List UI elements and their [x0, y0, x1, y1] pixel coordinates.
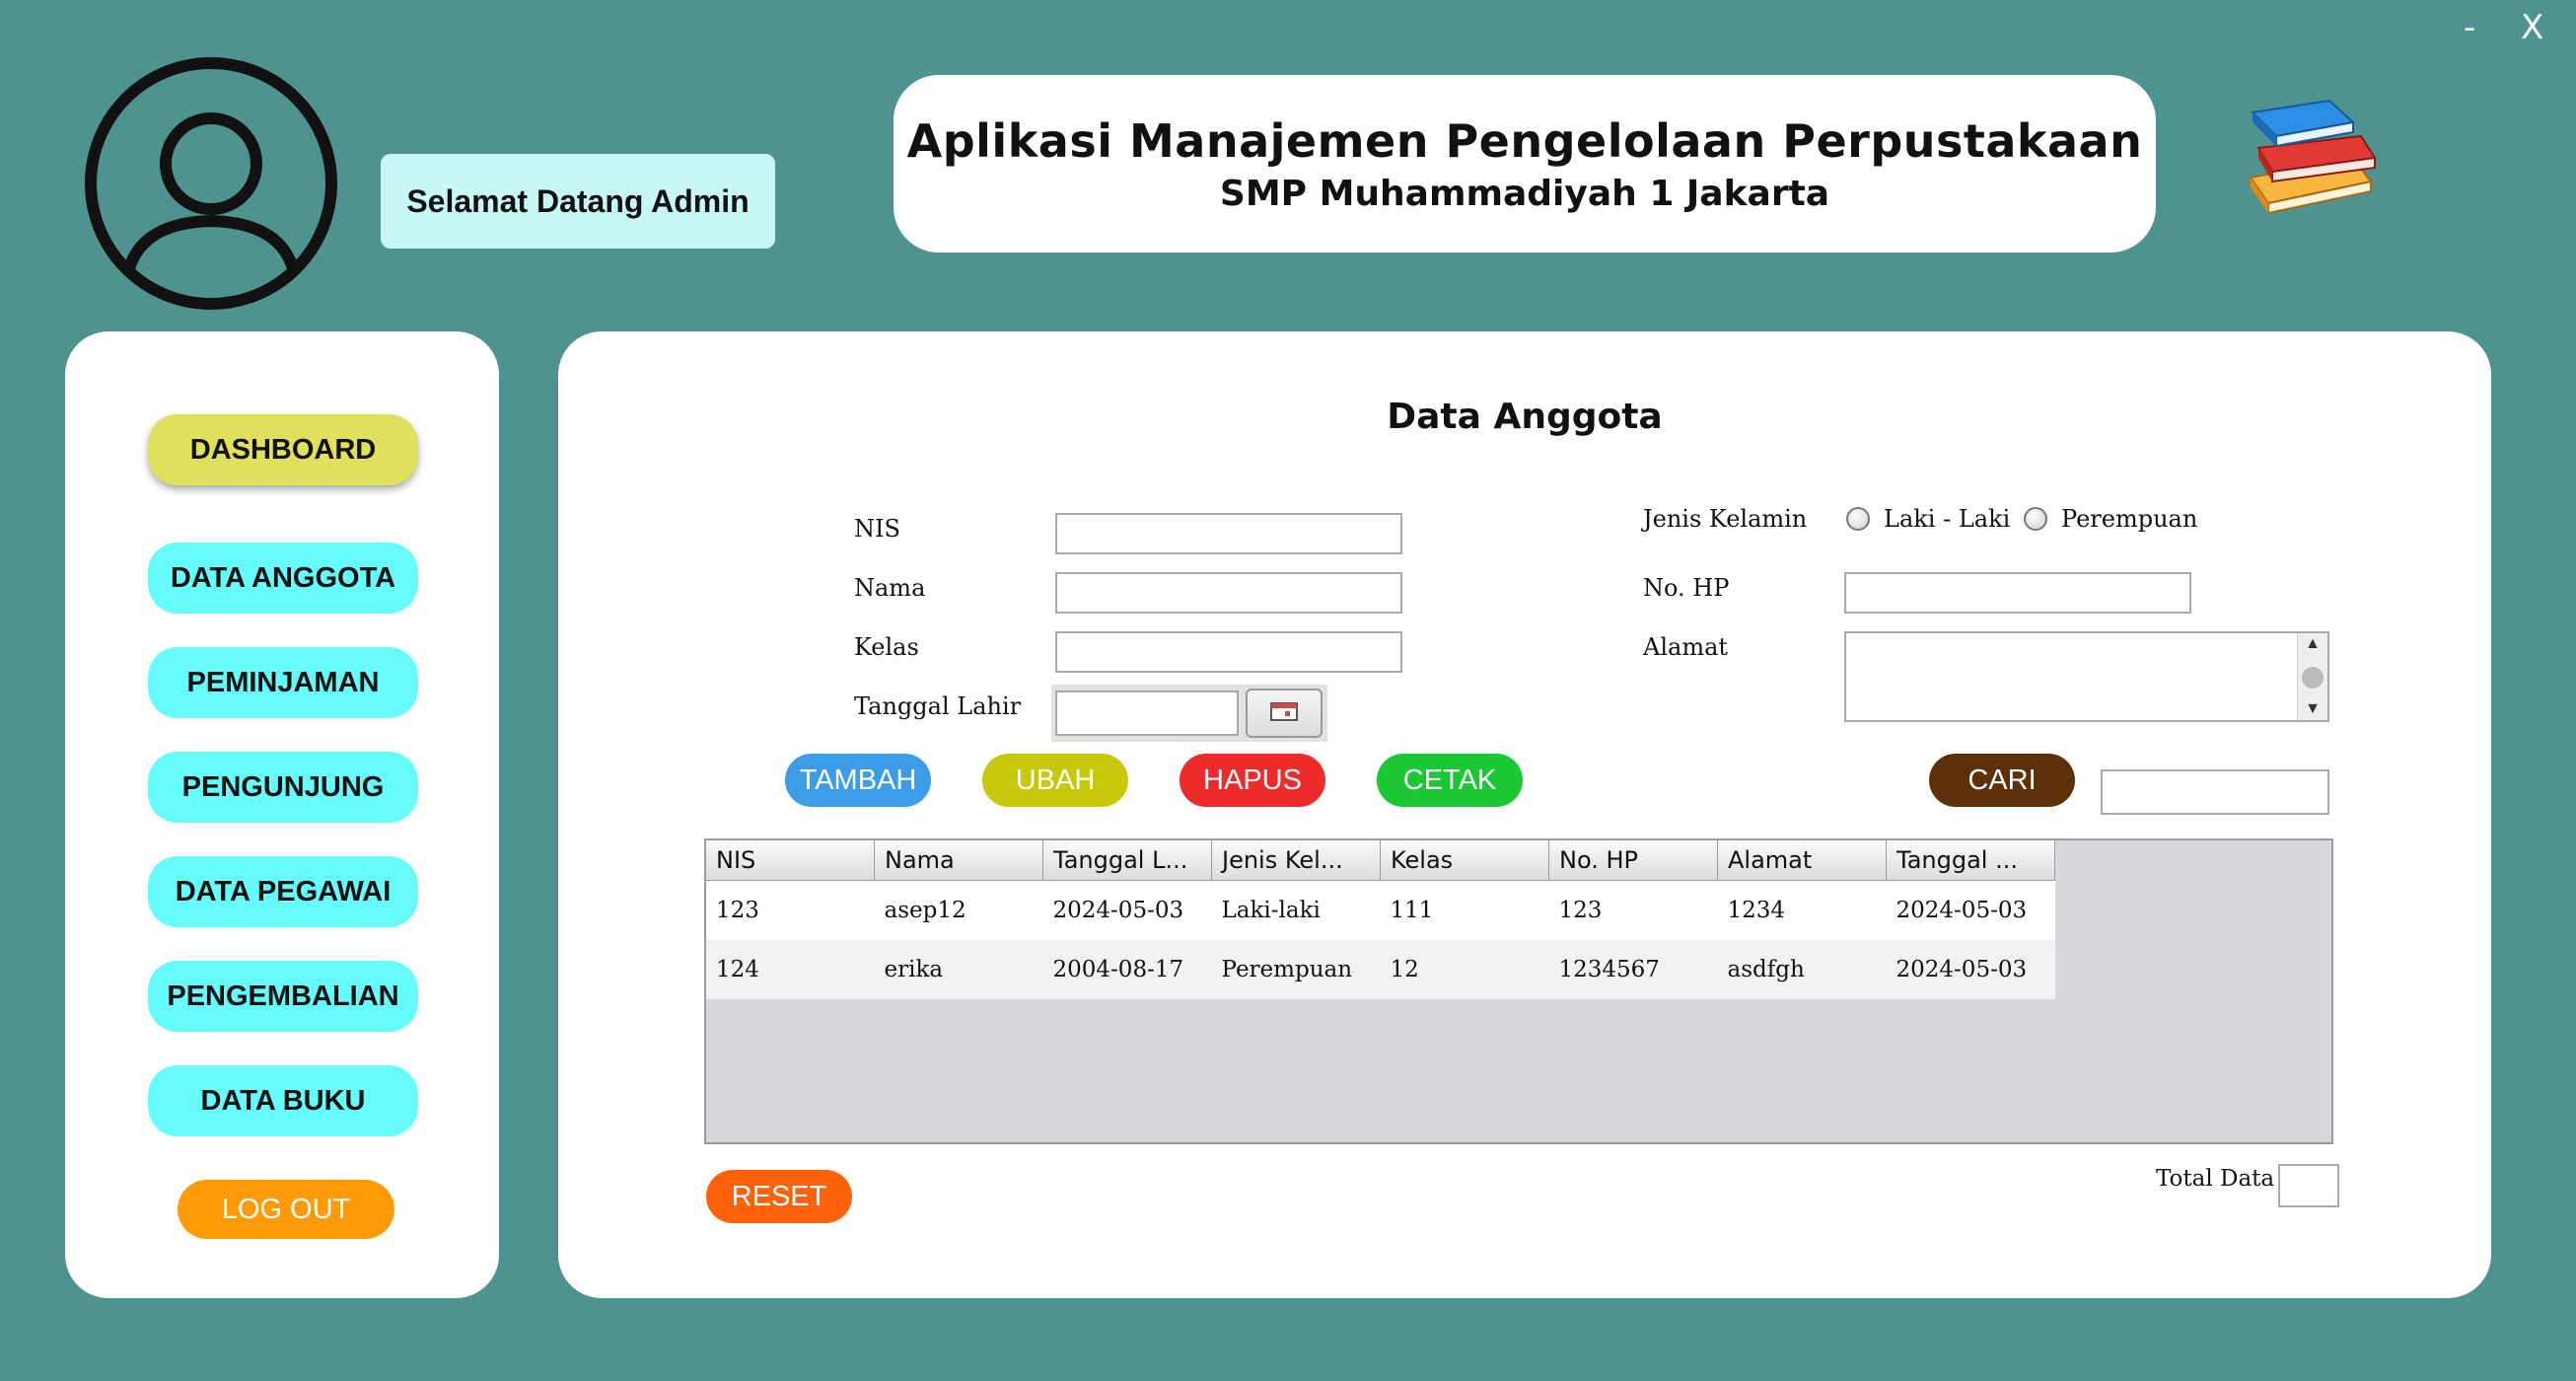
jenis-kelamin-label: Jenis Kelamin	[1643, 505, 1808, 533]
scroll-down-icon[interactable]: ▼	[2298, 698, 2327, 720]
cetak-button[interactable]: CETAK	[1377, 754, 1523, 807]
table-cell: asdfgh	[1717, 940, 1887, 999]
radio-circle-icon	[2024, 507, 2047, 531]
reset-button[interactable]: RESET	[706, 1170, 852, 1223]
nav-data-pegawai[interactable]: DATA PEGAWAI	[148, 856, 418, 927]
minimize-button[interactable]: -	[2464, 8, 2475, 47]
nav-data-buku[interactable]: DATA BUKU	[148, 1065, 418, 1136]
app-window: - X Selamat Datang Admin Aplikasi Manaje…	[0, 0, 2576, 1381]
table-cell: 2024-05-03	[1886, 880, 2055, 940]
user-avatar-icon	[83, 55, 339, 312]
nav-dashboard[interactable]: DASHBOARD	[148, 414, 418, 485]
data-table[interactable]: NIS Nama Tanggal L... Jenis Kel... Kelas…	[704, 838, 2333, 1144]
no-hp-input[interactable]	[1844, 572, 2191, 614]
kelas-label: Kelas	[854, 633, 919, 661]
radio-perempuan[interactable]: Perempuan	[2024, 505, 2197, 533]
search-input[interactable]	[2101, 769, 2329, 815]
table-header: NIS Nama Tanggal L... Jenis Kel... Kelas…	[706, 840, 2055, 881]
scroll-thumb[interactable]	[2302, 667, 2324, 689]
nama-input[interactable]	[1055, 572, 1402, 614]
tanggal-lahir-label: Tanggal Lahir	[854, 692, 1022, 720]
table-cell: 2024-05-03	[1886, 940, 2055, 999]
radio-circle-icon	[1846, 507, 1870, 531]
radio-laki-laki-label: Laki - Laki	[1884, 505, 2011, 533]
column-header[interactable]: Tanggal ...	[1886, 840, 2055, 881]
table-cell: Perempuan	[1211, 940, 1381, 999]
table-cell: 2024-05-03	[1042, 880, 1212, 940]
alamat-label: Alamat	[1643, 633, 1729, 661]
app-title: Aplikasi Manajemen Pengelolaan Perpustak…	[906, 113, 2143, 168]
sidebar: DASHBOARD DATA ANGGOTA PEMINJAMAN PENGUN…	[65, 331, 499, 1298]
column-header[interactable]: Alamat	[1717, 840, 1887, 881]
tambah-button[interactable]: TAMBAH	[785, 754, 931, 807]
table-row[interactable]: 124 erika 2004-08-17 Perempuan 12 123456…	[706, 940, 2055, 999]
column-header[interactable]: Kelas	[1380, 840, 1549, 881]
nav-peminjaman[interactable]: PEMINJAMAN	[148, 647, 418, 718]
page-title: Data Anggota	[1387, 397, 1663, 437]
column-header[interactable]: Nama	[874, 840, 1043, 881]
table-cell: 123	[1548, 880, 1718, 940]
table-cell: 123	[706, 880, 875, 940]
calendar-icon	[1269, 700, 1299, 727]
table-cell: 12	[1380, 940, 1549, 999]
calendar-button[interactable]	[1246, 689, 1323, 738]
nama-label: Nama	[854, 574, 926, 602]
alamat-scrollbar[interactable]: ▲ ▼	[2297, 633, 2327, 720]
scroll-up-icon[interactable]: ▲	[2298, 633, 2327, 655]
welcome-label: Selamat Datang Admin	[381, 154, 775, 249]
nav-pengembalian[interactable]: PENGEMBALIAN	[148, 961, 418, 1032]
total-data-label: Total Data	[2156, 1166, 2275, 1192]
column-header[interactable]: Tanggal L...	[1042, 840, 1212, 881]
books-icon	[2245, 93, 2381, 215]
nav-data-anggota[interactable]: DATA ANGGOTA	[148, 543, 418, 614]
radio-laki-laki[interactable]: Laki - Laki	[1846, 505, 2010, 533]
alamat-textarea[interactable]: ▲ ▼	[1844, 631, 2329, 722]
table-cell: 124	[706, 940, 875, 999]
tanggal-lahir-input[interactable]	[1055, 690, 1239, 736]
main-panel: Data Anggota NIS Nama Kelas Tanggal Lahi…	[558, 331, 2491, 1298]
column-header[interactable]: No. HP	[1548, 840, 1718, 881]
nis-input[interactable]	[1055, 513, 1402, 554]
table-cell: erika	[874, 940, 1043, 999]
hapus-button[interactable]: HAPUS	[1180, 754, 1325, 807]
table-cell: 2004-08-17	[1042, 940, 1212, 999]
kelas-input[interactable]	[1055, 631, 1402, 673]
close-button[interactable]: X	[2521, 8, 2543, 47]
total-data-field	[2278, 1164, 2339, 1207]
table-row[interactable]: 123 asep12 2024-05-03 Laki-laki 111 123 …	[706, 880, 2055, 940]
table-cell: asep12	[874, 880, 1043, 940]
nav-pengunjung[interactable]: PENGUNJUNG	[148, 752, 418, 823]
ubah-button[interactable]: UBAH	[982, 754, 1128, 807]
nis-label: NIS	[854, 515, 900, 543]
column-header[interactable]: Jenis Kel...	[1211, 840, 1381, 881]
table-cell: Laki-laki	[1211, 880, 1381, 940]
cari-button[interactable]: CARI	[1929, 754, 2075, 807]
table-cell: 1234	[1717, 880, 1887, 940]
radio-perempuan-label: Perempuan	[2061, 505, 2198, 533]
table-cell: 1234567	[1548, 940, 1718, 999]
logout-button[interactable]: LOG OUT	[178, 1180, 394, 1239]
column-header[interactable]: NIS	[706, 840, 875, 881]
table-cell: 111	[1380, 880, 1549, 940]
school-name: SMP Muhammadiyah 1 Jakarta	[1219, 173, 1830, 214]
title-banner: Aplikasi Manajemen Pengelolaan Perpustak…	[894, 75, 2156, 253]
no-hp-label: No. HP	[1643, 574, 1730, 602]
